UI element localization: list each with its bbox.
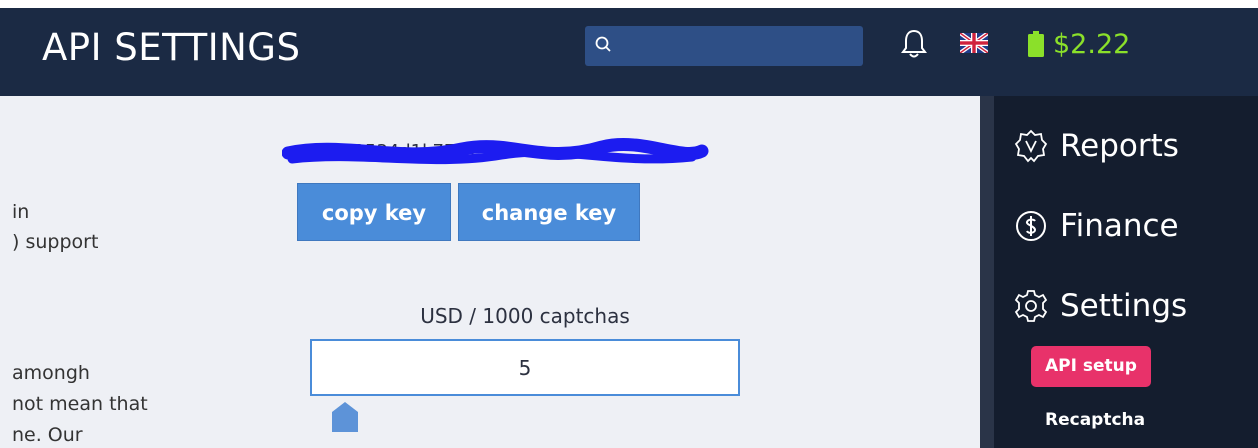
- top-strip: [0, 0, 1258, 8]
- sidebar-item-label: Reports: [1060, 128, 1179, 164]
- battery-icon: [1028, 31, 1044, 57]
- slider-handle[interactable]: [332, 402, 358, 432]
- search-icon: [595, 36, 611, 52]
- description-line: ne. Our: [12, 424, 83, 446]
- sidebar-item-label: Settings: [1060, 288, 1188, 324]
- sidebar-subitem-recaptcha[interactable]: Recaptcha: [1045, 410, 1145, 430]
- description-line: in: [12, 201, 30, 223]
- sidebar-item-reports[interactable]: Reports: [1014, 128, 1179, 164]
- sidebar-subitem-api-setup[interactable]: API setup: [1031, 346, 1151, 387]
- uk-flag-icon[interactable]: [960, 33, 988, 53]
- change-key-button[interactable]: change key: [458, 183, 640, 241]
- sidebar-item-settings[interactable]: Settings: [1014, 288, 1187, 324]
- search-input[interactable]: [617, 26, 857, 66]
- description-line: not mean that: [12, 393, 148, 415]
- copy-key-button[interactable]: copy key: [297, 183, 451, 241]
- sidebar-item-label: Finance: [1060, 208, 1179, 244]
- dollar-circle-icon: [1016, 211, 1046, 241]
- price-label: USD / 1000 captchas: [420, 304, 630, 328]
- price-input[interactable]: [310, 339, 740, 396]
- gear-icon: [1014, 290, 1048, 322]
- page-title: API SETTINGS: [42, 26, 301, 69]
- bell-icon[interactable]: [900, 28, 928, 60]
- api-key-display: b9534d1k77e134c: [282, 135, 722, 171]
- sidebar-item-finance[interactable]: Finance: [1014, 208, 1179, 244]
- search-box[interactable]: [585, 26, 863, 66]
- account-balance[interactable]: $2.22: [1053, 29, 1130, 60]
- reports-badge-icon: [1014, 129, 1048, 163]
- sidebar-scrollbar[interactable]: [980, 96, 994, 448]
- description-line: amongh: [12, 362, 90, 384]
- redaction-scribble: [282, 138, 709, 165]
- description-line: ) support: [12, 231, 99, 253]
